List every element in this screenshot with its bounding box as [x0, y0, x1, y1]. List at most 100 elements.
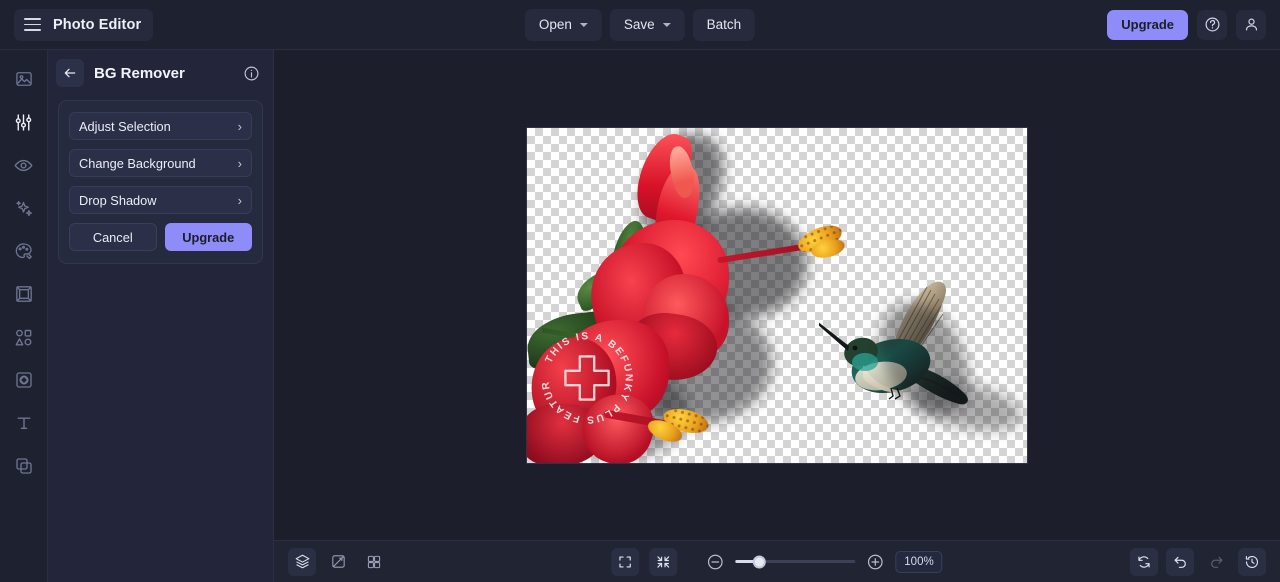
- shapes-icon: [13, 327, 34, 348]
- sidebar-item-edit-tool[interactable]: [9, 107, 39, 137]
- user-icon: [1243, 16, 1260, 33]
- info-circle-icon: [243, 65, 260, 82]
- open-button[interactable]: Open: [525, 9, 602, 41]
- eye-icon: [13, 155, 34, 176]
- panel-back-button[interactable]: [56, 59, 84, 87]
- option-change-background[interactable]: Change Background ›: [69, 149, 252, 177]
- mask-icon: [14, 370, 34, 390]
- svg-text:THIS IS A BEFUNKY PLUS FEATURE: THIS IS A BEFUNKY PLUS FEATURE •: [533, 324, 634, 425]
- image-icon: [14, 69, 34, 89]
- cancel-button[interactable]: Cancel: [69, 223, 157, 251]
- account-button[interactable]: [1236, 10, 1266, 40]
- grid-button[interactable]: [360, 548, 388, 576]
- eye: [853, 345, 858, 350]
- grid-four-icon: [366, 554, 382, 570]
- question-circle-icon: [1204, 16, 1221, 33]
- beak: [819, 318, 849, 351]
- sidebar-item-overlays-tool[interactable]: [9, 365, 39, 395]
- sidebar-item-artsy-tool[interactable]: [9, 236, 39, 266]
- chevron-right-icon: ›: [238, 120, 242, 133]
- chevron-right-icon: ›: [238, 157, 242, 170]
- zoom-out-button[interactable]: [705, 552, 725, 572]
- redo-button[interactable]: [1202, 548, 1230, 576]
- save-button[interactable]: Save: [610, 9, 685, 41]
- panel-actions: Cancel Upgrade: [69, 223, 252, 251]
- collapse-corners-icon: [655, 554, 671, 570]
- zoom-slider-handle[interactable]: [753, 555, 766, 568]
- upgrade-button[interactable]: Upgrade: [1107, 10, 1188, 40]
- history-button[interactable]: [1238, 548, 1266, 576]
- history-controls: [1130, 548, 1266, 576]
- panel-header: BG Remover: [48, 50, 273, 96]
- zoom-in-button[interactable]: [865, 552, 885, 572]
- sidebar-item-frames-tool[interactable]: [9, 279, 39, 309]
- clock-history-icon: [1244, 554, 1260, 570]
- save-label: Save: [624, 17, 655, 32]
- compare-diagonal-icon: [330, 553, 347, 570]
- sidebar-item-touch-up-tool[interactable]: [9, 150, 39, 180]
- image-canvas[interactable]: THIS IS A BEFUNKY PLUS FEATURE •: [527, 128, 1027, 463]
- sidebar-item-effects-tool[interactable]: [9, 193, 39, 223]
- fullscreen-button[interactable]: [611, 548, 639, 576]
- zoom-slider[interactable]: [735, 560, 855, 563]
- option-drop-shadow[interactable]: Drop Shadow ›: [69, 186, 252, 214]
- batch-button[interactable]: Batch: [693, 9, 756, 41]
- sidebar-item-image-tool[interactable]: [9, 64, 39, 94]
- option-label: Drop Shadow: [79, 193, 238, 208]
- batch-label: Batch: [707, 17, 742, 32]
- help-button[interactable]: [1197, 10, 1227, 40]
- zoom-slider-track[interactable]: [735, 560, 855, 563]
- throat-iridescence: [852, 353, 878, 371]
- compare-button[interactable]: [324, 548, 352, 576]
- photo-editor-app: Photo Editor Open Save Batch Upgrade: [0, 0, 1280, 582]
- top-bar: Photo Editor Open Save Batch Upgrade: [0, 0, 1280, 50]
- arrow-left-icon: [62, 65, 78, 81]
- redo-arrow-icon: [1208, 553, 1225, 570]
- top-center-nav: Open Save Batch: [525, 9, 755, 41]
- watermark-plus-icon: [565, 356, 608, 399]
- sidebar-item-text-tool[interactable]: [9, 408, 39, 438]
- panel-info-button[interactable]: [241, 63, 261, 83]
- zoom-controls: 100%: [611, 548, 942, 576]
- plus-circle-icon: [866, 553, 884, 571]
- bottom-left-tools: [288, 548, 388, 576]
- hamburger-icon[interactable]: [24, 18, 41, 31]
- watermark-text: THIS IS A BEFUNKY PLUS FEATURE •: [533, 324, 634, 425]
- editor-body: BG Remover Adjust Selection › Change Bac…: [0, 50, 1280, 582]
- refresh-icon: [1136, 554, 1152, 570]
- bottom-toolbar: 100%: [274, 540, 1280, 582]
- option-adjust-selection[interactable]: Adjust Selection ›: [69, 112, 252, 140]
- open-label: Open: [539, 17, 572, 32]
- option-label: Change Background: [79, 156, 238, 171]
- undo-button[interactable]: [1166, 548, 1194, 576]
- layers-stack-icon: [294, 553, 311, 570]
- bg-remover-options-card: Adjust Selection › Change Background › D…: [58, 100, 263, 264]
- hummingbird: [819, 278, 1009, 448]
- layers-stack-icon: [14, 456, 34, 476]
- expand-corners-icon: [617, 554, 633, 570]
- chevron-down-icon: [580, 23, 588, 27]
- palette-icon: [13, 241, 34, 262]
- frame-icon: [14, 284, 34, 304]
- canvas-region: THIS IS A BEFUNKY PLUS FEATURE •: [274, 50, 1280, 582]
- minus-circle-icon: [706, 553, 724, 571]
- zoom-value-input[interactable]: 100%: [895, 551, 942, 573]
- undo-arrow-icon: [1172, 553, 1189, 570]
- layers-button[interactable]: [288, 548, 316, 576]
- watermark: THIS IS A BEFUNKY PLUS FEATURE •: [533, 324, 641, 432]
- sidebar-item-graphics-tool[interactable]: [9, 322, 39, 352]
- sidebar-item-layers-tool[interactable]: [9, 451, 39, 481]
- sparkles-icon: [13, 198, 34, 219]
- tool-rail: [0, 50, 48, 582]
- reset-button[interactable]: [1130, 548, 1158, 576]
- chevron-right-icon: ›: [238, 194, 242, 207]
- fit-screen-button[interactable]: [649, 548, 677, 576]
- app-menu-button[interactable]: Photo Editor: [14, 9, 153, 41]
- panel-upgrade-button[interactable]: Upgrade: [165, 223, 253, 251]
- tool-panel: BG Remover Adjust Selection › Change Bac…: [48, 50, 274, 582]
- canvas-area[interactable]: THIS IS A BEFUNKY PLUS FEATURE •: [274, 50, 1280, 540]
- option-label: Adjust Selection: [79, 119, 238, 134]
- chevron-down-icon: [663, 23, 671, 27]
- top-right-nav: Upgrade: [1107, 10, 1266, 40]
- text-t-icon: [14, 413, 34, 433]
